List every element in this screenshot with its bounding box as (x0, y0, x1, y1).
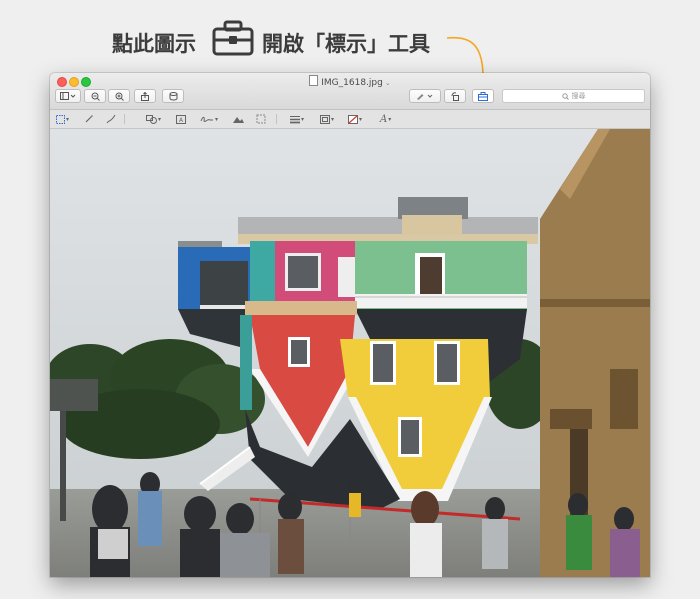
preview-window: IMG_1618.jpg ⌄ 搜尋 ▾ ▾ A ▾ ▾ ▾ ▾ A ▾ (50, 73, 650, 577)
chevron-down-icon: ⌄ (384, 79, 391, 87)
rotate-button[interactable] (162, 89, 184, 103)
toolbox-icon (478, 91, 488, 101)
rotate-left-icon (451, 91, 459, 101)
chevron-down-icon: ▾ (301, 115, 305, 123)
instruction-caption: 點此圖示 開啟「標示」工具 (0, 18, 700, 62)
zoom-out-button[interactable] (84, 89, 106, 103)
search-field[interactable]: 搜尋 (502, 89, 645, 103)
share-icon (141, 91, 149, 101)
shapes-icon (146, 114, 157, 124)
window-title[interactable]: IMG_1618.jpg ⌄ (50, 75, 650, 88)
rotate-left-button[interactable] (444, 89, 466, 103)
adjust-color-icon (233, 116, 244, 123)
chevron-down-icon: ▾ (215, 115, 219, 123)
instant-alpha-icon (85, 115, 93, 123)
show-markup-toolbar-button[interactable] (472, 89, 494, 103)
adjust-size-icon (256, 114, 266, 124)
sketch-icon (106, 114, 116, 124)
toolbar-divider (124, 114, 125, 124)
zoom-in-button[interactable] (108, 89, 130, 103)
rect-select-icon (56, 114, 65, 124)
image-canvas[interactable] (50, 129, 650, 577)
line-style-icon (290, 115, 300, 123)
fill-color-icon (348, 114, 358, 124)
adjust-color-tool[interactable] (232, 113, 244, 125)
toolbar-divider (276, 114, 277, 124)
font-style-tool[interactable]: A ▾ (380, 113, 391, 125)
rotate-icon (169, 91, 177, 100)
caption-text-before: 點此圖示 (112, 32, 196, 56)
sign-tool[interactable]: ▾ (200, 113, 218, 125)
chevron-down-icon: ▾ (359, 115, 363, 123)
text-tool[interactable]: A (176, 113, 186, 125)
caption-text-after: 開啟「標示」工具 (262, 32, 430, 56)
search-icon (561, 92, 569, 100)
sidebar-icon (60, 92, 76, 100)
chevron-down-icon: ▾ (331, 115, 335, 123)
markup-toolbar: ▾ ▾ A ▾ ▾ ▾ ▾ A ▾ (50, 110, 650, 129)
filename: IMG_1618.jpg (321, 78, 383, 88)
font-style-icon: A (380, 113, 388, 125)
sign-icon (200, 116, 213, 122)
chevron-down-icon: ▾ (158, 115, 162, 123)
chevron-down-icon: ▾ (388, 115, 392, 123)
shapes-tool[interactable]: ▾ (146, 113, 161, 125)
fill-color-tool[interactable]: ▾ (348, 113, 362, 125)
pen-menu-button[interactable] (409, 89, 441, 103)
chevron-down-icon: ▾ (66, 115, 70, 123)
svg-text:A: A (179, 117, 184, 124)
adjust-size-tool[interactable] (256, 113, 266, 125)
pen-icon (417, 94, 433, 100)
selection-tool[interactable]: ▾ (56, 113, 69, 125)
upside-down-house-photo (50, 129, 650, 577)
document-icon (309, 75, 319, 86)
zoom-in-icon (115, 92, 124, 101)
line-style-tool[interactable]: ▾ (290, 113, 304, 125)
border-color-tool[interactable]: ▾ (320, 113, 334, 125)
instant-alpha-tool[interactable] (84, 113, 94, 125)
text-icon: A (176, 114, 186, 124)
sidebar-button[interactable] (55, 89, 81, 103)
sketch-tool[interactable] (106, 113, 116, 125)
share-button[interactable] (134, 89, 156, 103)
toolbox-icon (212, 20, 254, 56)
search-placeholder: 搜尋 (571, 92, 586, 100)
zoom-out-icon (91, 92, 100, 101)
title-bar: IMG_1618.jpg ⌄ 搜尋 (50, 73, 650, 110)
border-color-icon (320, 114, 330, 124)
